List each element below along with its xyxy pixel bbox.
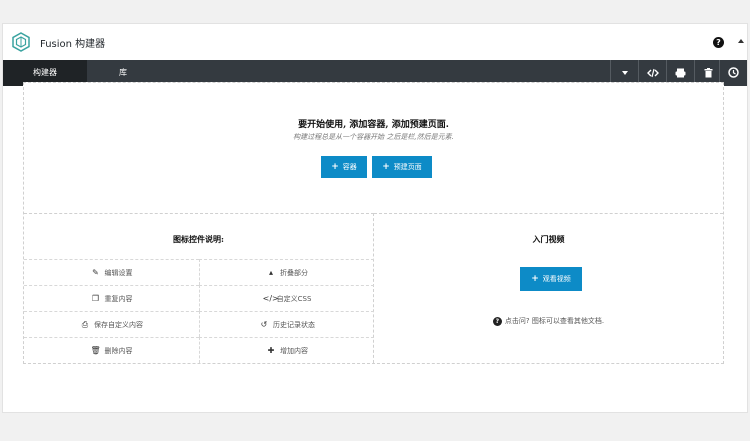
header: Fusion 构建器 ? <box>3 24 747 60</box>
add-container-button[interactable]: + 容器 <box>321 156 367 178</box>
code-icon: </> <box>262 294 279 303</box>
legend-item: ⎙ 保存自定义内容 <box>24 311 199 337</box>
watch-video-button[interactable]: + 观看视频 <box>520 267 582 291</box>
help-icon[interactable]: ? <box>713 37 724 48</box>
history-icon: ↺ <box>260 320 268 329</box>
getting-started-section: 要开始使用, 添加容器, 添加预建页面. 构建过程总是从一个容器开始 之后是栏,… <box>24 83 723 213</box>
watch-video-label: 观看视频 <box>542 275 571 283</box>
legend-item-label: 折叠部分 <box>280 269 308 277</box>
plus-icon: ✚ <box>267 346 275 355</box>
add-prebuilt-page-button[interactable]: + 预建页面 <box>372 156 432 178</box>
legend-item-label: 重复内容 <box>104 295 133 303</box>
legend-item-label: 自定义CSS <box>276 295 312 303</box>
trash-icon <box>704 67 713 78</box>
legend-title: 图标控件说明: <box>173 234 224 244</box>
intro-video-panel: 入门视频 + 观看视频 ? 点击问? 图标可以查看其他文档. <box>374 213 723 363</box>
save-icon <box>675 68 686 78</box>
intro-subtext: 构建过程总是从一个容器开始 之后是栏,然后是元素. <box>293 133 454 141</box>
fusion-logo-icon <box>11 32 31 52</box>
legend-item-label: 历史记录状态 <box>273 321 315 329</box>
trash-icon: 🗑 <box>90 346 101 355</box>
plus-icon: + <box>531 274 539 284</box>
code-icon <box>646 68 659 78</box>
legend-item: ↺ 历史记录状态 <box>199 311 374 337</box>
legend-item: ✚ 增加内容 <box>199 337 374 363</box>
legend-item: </>自定义CSS <box>199 285 374 311</box>
legend-item-label: 增加内容 <box>280 347 308 355</box>
chevron-down-icon <box>621 68 629 78</box>
legend-item-label: 保存自定义内容 <box>94 321 143 329</box>
docs-hint-text: 点击问? 图标可以查看其他文档. <box>504 317 605 325</box>
legend-item-label: 删除内容 <box>104 347 133 355</box>
video-title: 入门视频 <box>532 234 565 244</box>
icon-legend-panel: 图标控件说明: ✎ 编辑设置 ▴ 折叠部分 ❐ 重复内容 </>自定义CSS ⎙ 保存自… <box>24 213 374 363</box>
legend-item: ❐ 重复内容 <box>24 285 199 311</box>
add-container-label: 容器 <box>342 163 357 171</box>
caret-up-icon: ▴ <box>268 268 273 277</box>
legend-item: ✎ 编辑设置 <box>24 259 199 285</box>
docs-hint: ? 点击问? 图标可以查看其他文档. <box>374 316 723 326</box>
save-icon: ⎙ <box>81 320 89 329</box>
plus-icon: + <box>331 162 339 172</box>
app-title: Fusion 构建器 <box>40 39 106 50</box>
legend-item-label: 编辑设置 <box>104 269 133 277</box>
add-prebuilt-label: 预建页面 <box>393 163 422 171</box>
clone-icon: ❐ <box>91 294 100 303</box>
history-icon <box>728 67 739 78</box>
builder-canvas: 要开始使用, 添加容器, 添加预建页面. 构建过程总是从一个容器开始 之后是栏,… <box>23 82 724 364</box>
legend-item: 🗑 删除内容 <box>24 337 199 363</box>
icon-legend: ✎ 编辑设置 ▴ 折叠部分 ❐ 重复内容 </>自定义CSS ⎙ 保存自定义内容 ↺ 历史… <box>24 259 374 364</box>
caret-up-icon[interactable] <box>738 39 744 43</box>
legend-item: ▴ 折叠部分 <box>199 259 374 285</box>
intro-heading: 要开始使用, 添加容器, 添加预建页面. <box>298 120 449 130</box>
pencil-icon: ✎ <box>92 268 99 277</box>
plus-icon: + <box>382 162 390 172</box>
question-icon: ? <box>492 316 502 326</box>
